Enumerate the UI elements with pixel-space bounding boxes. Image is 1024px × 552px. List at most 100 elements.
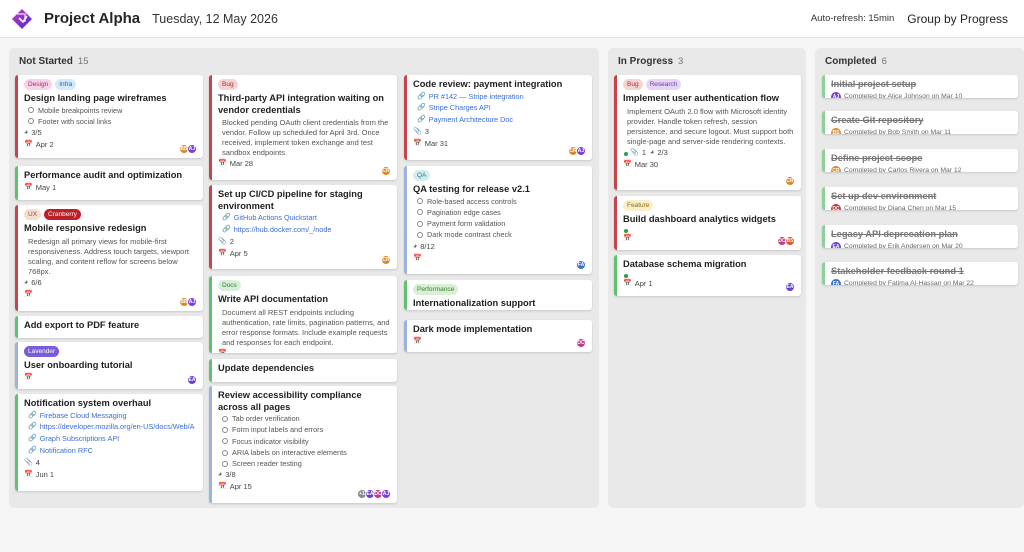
- attachment-link[interactable]: 🔗 PR #142 — Stripe integration: [417, 91, 586, 103]
- task-card[interactable]: Define project scope CR Completed by Carlo…: [822, 149, 1018, 172]
- checkbox-icon[interactable]: [222, 460, 228, 467]
- checkbox-icon[interactable]: [222, 415, 228, 422]
- task-card[interactable]: Bug Third-party API integration waiting o…: [209, 75, 397, 180]
- avatar[interactable]: FA: [576, 260, 586, 270]
- task-card[interactable]: Initial project setup AJ Completed by Alic…: [822, 75, 1018, 98]
- avatar[interactable]: AJ: [187, 297, 197, 307]
- attachment-link[interactable]: 🔗 Payment Architecture Doc: [417, 114, 586, 126]
- task-card[interactable]: Dark mode implementation 📅 DC: [404, 320, 592, 352]
- checkbox-icon[interactable]: [28, 118, 34, 125]
- task-card[interactable]: Lavender User onboarding tutorial 📅 EA: [15, 342, 203, 389]
- checklist-label: Footer with social links: [38, 116, 112, 126]
- card-title: Write API documentation: [218, 294, 329, 304]
- avatar[interactable]: AJ: [576, 146, 586, 156]
- checkbox-icon[interactable]: [28, 107, 34, 114]
- avatar: CR: [831, 165, 841, 172]
- task-card[interactable]: Set up CI/CD pipeline for staging enviro…: [209, 185, 397, 269]
- task-card[interactable]: Performance audit and optimization 📅 May 1: [15, 166, 203, 200]
- task-card[interactable]: Code review: payment integration 🔗 PR #142…: [404, 75, 592, 160]
- avatar[interactable]: EA: [187, 375, 197, 385]
- link-label: Stripe Charges API: [428, 103, 491, 113]
- checklist-item[interactable]: ARIA labels on interactive elements: [222, 447, 391, 458]
- checkbox-icon[interactable]: [417, 209, 423, 216]
- lane-header[interactable]: In Progress 3: [608, 48, 806, 75]
- checkbox-icon[interactable]: [417, 198, 423, 205]
- card-meta: 📅 Apr 5: [218, 248, 391, 260]
- avatar[interactable]: DC: [576, 338, 586, 348]
- tag-row: UX Cranberry: [24, 209, 197, 220]
- checkbox-icon[interactable]: [417, 232, 423, 239]
- checklist-item[interactable]: Focus indicator visibility: [222, 436, 391, 447]
- card-meta: 📅 Apr 2: [24, 139, 197, 151]
- tag-badge: Docs: [218, 280, 241, 291]
- calendar-icon: 📅: [623, 234, 632, 242]
- attachment-link[interactable]: 🔗 Firebase Cloud Messaging: [28, 410, 197, 422]
- checkbox-icon[interactable]: [417, 220, 423, 227]
- card-title: Dark mode implementation: [413, 324, 533, 334]
- checklist-item[interactable]: Dark mode contrast check: [417, 229, 586, 240]
- tag-row: Design Infra: [24, 79, 197, 90]
- task-card[interactable]: Add export to PDF feature: [15, 316, 203, 338]
- tag-badge: Cranberry: [44, 209, 81, 220]
- attachment-link[interactable]: 🔗 https://developer.mozilla.org/en-US/doc…: [28, 421, 197, 433]
- checkbox-icon[interactable]: [222, 438, 228, 445]
- task-card[interactable]: Notification system overhaul 🔗 Firebase Cl…: [15, 394, 203, 491]
- attachment-link[interactable]: 🔗 GitHub Actions Quickstart: [222, 212, 391, 224]
- auto-refresh-label[interactable]: Auto-refresh: 15min: [811, 13, 894, 24]
- completed-by: BS Completed by Bob Smith on Mar 11: [831, 127, 1012, 134]
- tag-badge: QA: [413, 170, 431, 181]
- completed-text: Completed by Alice Johnson on Mar 10: [844, 93, 963, 98]
- card-title: Stakeholder feedback round 1: [831, 266, 964, 276]
- completed-by: CR Completed by Carlos Rivera on Mar 12: [831, 165, 1012, 172]
- card-meta: 📎 4: [24, 457, 197, 469]
- attachment-link[interactable]: 🔗 Stripe Charges API: [417, 102, 586, 114]
- task-card[interactable]: Docs Write API documentation Document all …: [209, 276, 397, 353]
- checklist-progress: 6/6: [31, 277, 42, 287]
- group-by-selector[interactable]: Group by Progress: [907, 12, 1008, 26]
- avatar[interactable]: EA: [785, 282, 795, 292]
- lane-title: Not Started: [19, 56, 73, 67]
- avatar[interactable]: AJ: [381, 489, 391, 499]
- checklist-item[interactable]: Pagination edge cases: [417, 207, 586, 218]
- attachment-link[interactable]: 🔗 Graph Subscriptions API: [28, 433, 197, 445]
- task-card[interactable]: Design Infra Design landing page wireframe…: [15, 75, 203, 158]
- avatar[interactable]: CR: [785, 176, 795, 186]
- checkbox-icon[interactable]: [222, 426, 228, 433]
- card-title: Initial project setup: [831, 79, 917, 89]
- progress-icon: ◕: [24, 129, 29, 137]
- attachment-link[interactable]: 🔗 https://hub.docker.com/_/node: [222, 224, 391, 236]
- task-card[interactable]: Stakeholder feedback round 1 FA Completed …: [822, 262, 1018, 285]
- task-card[interactable]: Performance Internationalization support: [404, 280, 592, 310]
- link-icon: 🔗: [222, 225, 231, 233]
- card-title: Implement user authentication flow: [623, 93, 779, 103]
- avatar[interactable]: CR: [381, 166, 391, 176]
- task-card[interactable]: Review accessibility compliance across a…: [209, 386, 397, 503]
- checklist-item[interactable]: Tab order verification: [222, 413, 391, 424]
- task-card[interactable]: Update dependencies: [209, 359, 397, 382]
- card-title: Update dependencies: [218, 363, 315, 373]
- avatar[interactable]: BS: [785, 236, 795, 246]
- lane-header[interactable]: Completed 6: [815, 48, 1024, 75]
- checkbox-icon[interactable]: [222, 449, 228, 456]
- task-card[interactable]: UX Cranberry Mobile responsive redesign Red…: [15, 205, 203, 311]
- task-card[interactable]: Feature Build dashboard analytics widgets…: [614, 196, 801, 250]
- checklist-item[interactable]: Mobile breakpoints review: [28, 105, 197, 116]
- task-card[interactable]: Database schema migration 📅 Apr 1 EA: [614, 255, 801, 296]
- task-card[interactable]: QA QA testing for release v2.1 Role-based …: [404, 166, 592, 274]
- checklist-item[interactable]: Payment form validation: [417, 218, 586, 229]
- task-card[interactable]: Legacy API deprecation plan EA Completed b…: [822, 225, 1018, 248]
- checklist-item[interactable]: Footer with social links: [28, 116, 197, 127]
- avatar[interactable]: CR: [381, 255, 391, 265]
- checklist-item[interactable]: Screen reader testing: [222, 458, 391, 469]
- attachment-link[interactable]: 🔗 Notification RFC: [28, 445, 197, 457]
- lane-header[interactable]: Not Started 15: [9, 48, 599, 75]
- task-card[interactable]: Bug Research Implement user authentication…: [614, 75, 801, 190]
- task-card[interactable]: Set up dev environment DC Completed by Dia…: [822, 187, 1018, 210]
- due-date: Apr 1: [634, 278, 653, 288]
- task-card[interactable]: Create Git repository BS Completed by Bob …: [822, 111, 1018, 134]
- checklist-item[interactable]: Form input labels and errors: [222, 424, 391, 435]
- checklist-item[interactable]: Role-based access controls: [417, 196, 586, 207]
- checklist-label: Form input labels and errors: [232, 425, 324, 435]
- avatar[interactable]: AJ: [187, 144, 197, 154]
- card-meta: 📅: [413, 253, 586, 265]
